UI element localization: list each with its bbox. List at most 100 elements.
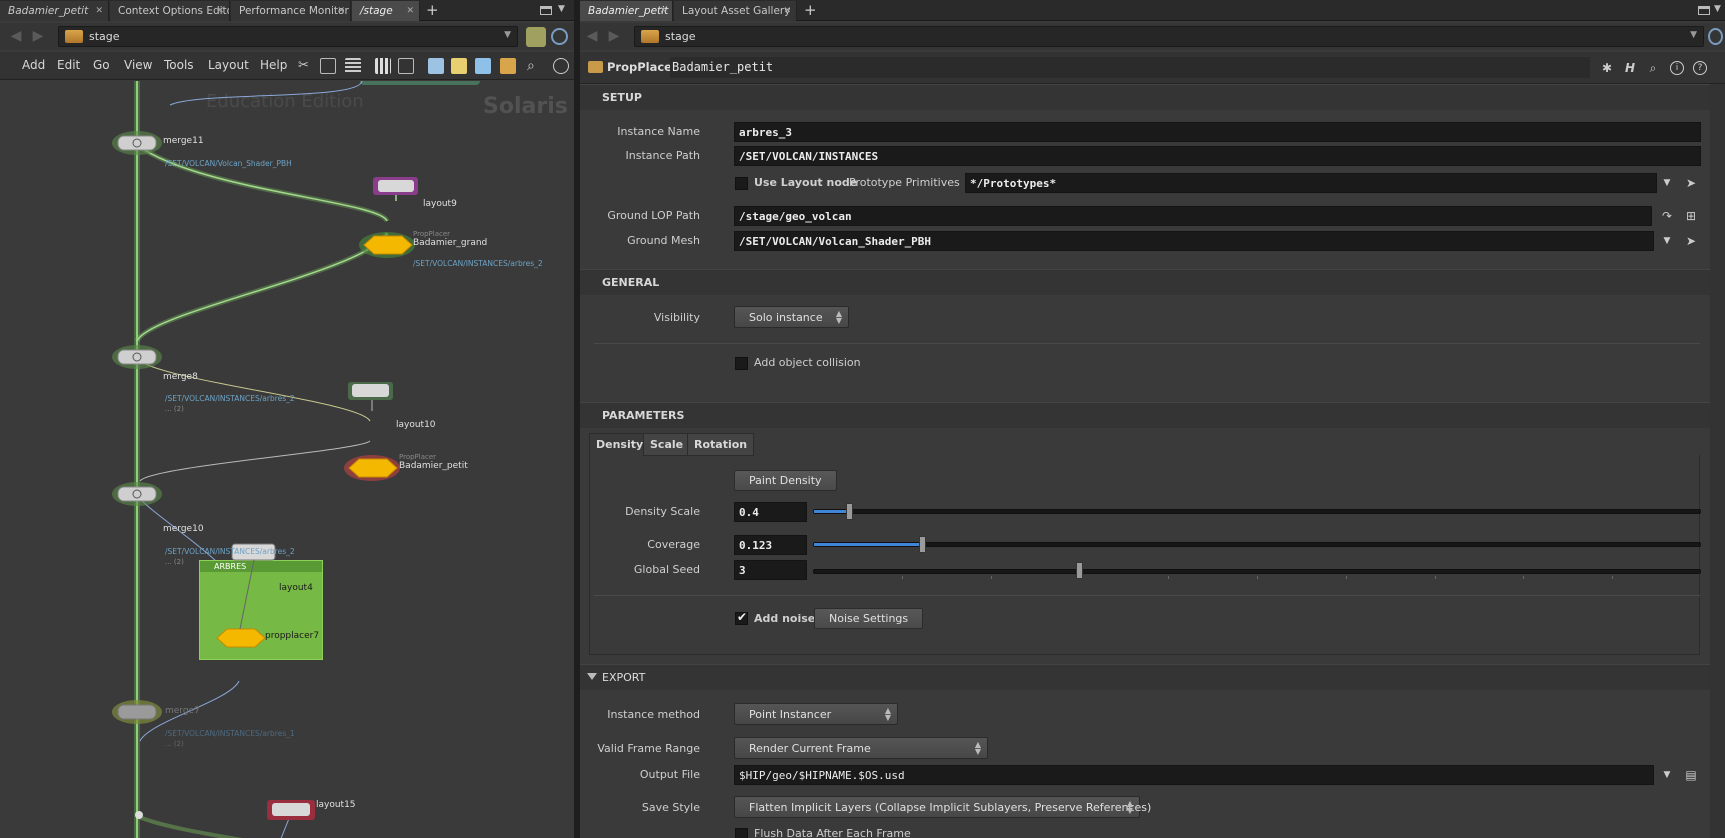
visibility-dropdown[interactable]: Solo instance ▲ ▼ [734, 306, 849, 328]
dropdown-arrow-icon[interactable]: ▼ [1690, 30, 1697, 40]
close-icon[interactable]: ✕ [95, 1, 103, 21]
tab-stage[interactable]: /stage ✕ [352, 1, 420, 21]
paint-density-button[interactable]: Paint Density [734, 470, 837, 491]
node-layout9[interactable]: layout9 [423, 199, 457, 209]
menu-layout[interactable]: Layout [208, 58, 249, 72]
section-general[interactable]: GENERAL [580, 269, 1710, 295]
tab-performance-monitor[interactable]: Performance Monitor ✕ [231, 1, 351, 21]
node-propplacer7[interactable]: propplacer7 [265, 631, 319, 641]
tree-view-icon[interactable] [320, 58, 336, 74]
houdini-help-icon[interactable]: H [1623, 61, 1637, 75]
save-style-dropdown[interactable]: Flatten Implicit Layers (Collapse Implic… [734, 796, 1151, 818]
tab-layout-asset-gallery[interactable]: Layout Asset Gallery ✕ [674, 1, 797, 21]
add-tab-icon[interactable]: + [804, 1, 817, 19]
dropdown-arrow-icon[interactable]: ▼ [1660, 234, 1674, 248]
close-icon[interactable]: ✕ [337, 1, 345, 21]
tab-badamier-petit-params[interactable]: Badamier_petit ✕ [580, 1, 673, 21]
select-arrow-icon[interactable]: ➤ [1684, 176, 1698, 190]
menu-view[interactable]: View [124, 58, 152, 72]
ground-mesh-field[interactable]: /SET/VOLCAN/Volcan_Shader_PBH [734, 231, 1654, 251]
link-icon[interactable] [551, 28, 568, 45]
close-icon[interactable]: ✕ [216, 1, 224, 21]
valid-frame-range-dropdown[interactable]: Render Current Frame ▲ ▼ [734, 737, 988, 759]
tab-rotation[interactable]: Rotation [687, 433, 755, 456]
coverage-handle[interactable] [919, 536, 927, 553]
wrench-icon[interactable]: ✂ [298, 58, 314, 74]
global-seed-handle[interactable] [1076, 562, 1084, 579]
node-merge7[interactable]: merge7 [165, 706, 200, 716]
density-scale-field[interactable]: 0.4 [734, 502, 807, 522]
output-file-field[interactable]: $HIP/geo/$HIPNAME.$OS.usd [734, 765, 1654, 785]
density-scale-handle[interactable] [845, 503, 853, 520]
table-icon[interactable] [398, 58, 414, 74]
back-arrow-icon[interactable]: ◀ [584, 28, 600, 44]
eye-icon[interactable] [553, 58, 569, 74]
image-icon[interactable] [428, 58, 444, 74]
path-field[interactable]: stage ▼ [58, 26, 518, 47]
close-icon[interactable]: ✕ [659, 1, 667, 21]
grid-icon[interactable] [375, 58, 391, 74]
collapse-triangle-icon[interactable] [587, 673, 597, 680]
link-icon[interactable] [1708, 28, 1723, 45]
node-layout10[interactable]: layout10 [396, 420, 436, 430]
menu-add[interactable]: Add [22, 58, 45, 72]
ground-lop-path-field[interactable]: /stage/geo_volcan [734, 206, 1652, 226]
sticky-note-icon[interactable] [451, 58, 467, 74]
dropdown-arrow-icon[interactable]: ▼ [1660, 176, 1674, 190]
maximize-icon[interactable] [1698, 6, 1710, 15]
search-icon[interactable]: ⌕ [527, 58, 543, 74]
node-badamier-grand[interactable]: Badamier_grand [413, 238, 487, 248]
instance-name-field[interactable]: arbres_3 [734, 122, 1701, 142]
node-merge11[interactable]: merge11 [163, 136, 204, 146]
close-icon[interactable]: ✕ [783, 1, 791, 21]
section-export[interactable]: EXPORT [580, 664, 1710, 690]
select-arrow-icon[interactable]: ➤ [1684, 234, 1698, 248]
pane-menu-icon[interactable]: ▼ [1714, 4, 1721, 14]
gear-icon[interactable]: ✱ [1600, 61, 1614, 75]
pane-menu-icon[interactable]: ▼ [558, 4, 565, 14]
coverage-field[interactable]: 0.123 [734, 535, 807, 555]
instance-method-dropdown[interactable]: Point Instancer ▲ ▼ [734, 703, 898, 725]
menu-edit[interactable]: Edit [57, 58, 80, 72]
node-name[interactable]: Badamier_petit [672, 60, 773, 74]
path-field[interactable]: stage ▼ [634, 26, 1704, 47]
forward-arrow-icon[interactable]: ▶ [606, 28, 622, 44]
use-layout-node-checkbox[interactable] [735, 177, 748, 190]
menu-go[interactable]: Go [93, 58, 110, 72]
node-layout4[interactable]: layout4 [279, 583, 313, 593]
help-icon[interactable]: ? [1693, 61, 1707, 75]
network-box-arbres[interactable]: ARBRES [199, 560, 323, 660]
noise-settings-button[interactable]: Noise Settings [814, 608, 924, 629]
dropdown-arrow-icon[interactable]: ▼ [504, 30, 511, 40]
flush-data-checkbox[interactable] [735, 828, 748, 838]
list-view-icon[interactable] [345, 58, 361, 74]
background-image-icon[interactable] [475, 58, 491, 74]
global-seed-slider[interactable] [813, 569, 1701, 574]
node-chooser-icon[interactable]: ⊞ [1684, 209, 1698, 223]
tab-badamier-petit[interactable]: Badamier_petit ✕ [0, 1, 109, 21]
add-object-collision-checkbox[interactable] [735, 357, 748, 370]
pin-icon[interactable] [526, 27, 546, 47]
instance-path-field[interactable]: /SET/VOLCAN/INSTANCES [734, 146, 1701, 166]
section-parameters[interactable]: PARAMETERS [580, 402, 1710, 428]
network-box-icon[interactable] [500, 58, 516, 74]
forward-arrow-icon[interactable]: ▶ [30, 28, 46, 44]
close-icon[interactable]: ✕ [406, 1, 414, 21]
node-name-field[interactable] [670, 57, 1590, 78]
network-graph[interactable]: Education Edition Solaris ARBRES merge11… [0, 81, 574, 838]
node-merge8[interactable]: merge8 [163, 372, 198, 382]
coverage-slider[interactable] [813, 542, 1701, 547]
tab-scale[interactable]: Scale [643, 433, 691, 456]
section-setup[interactable]: SETUP [580, 84, 1710, 110]
add-tab-icon[interactable]: + [426, 1, 439, 19]
menu-help[interactable]: Help [260, 58, 287, 72]
tab-density[interactable]: Density [589, 433, 651, 456]
dropdown-arrow-icon[interactable]: ▼ [1660, 768, 1674, 782]
menu-tools[interactable]: Tools [164, 58, 194, 72]
file-chooser-icon[interactable]: ▤ [1684, 768, 1698, 782]
info-icon[interactable]: i [1670, 61, 1684, 75]
node-merge10[interactable]: merge10 [163, 524, 204, 534]
search-icon[interactable]: ⌕ [1646, 61, 1660, 75]
add-noise-checkbox[interactable] [735, 610, 748, 625]
tab-context-options-editor[interactable]: Context Options Editor ✕ [110, 1, 230, 21]
